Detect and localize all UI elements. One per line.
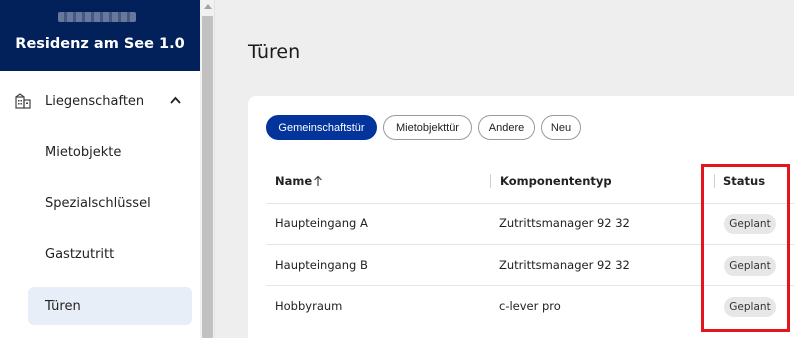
building-icon <box>15 93 31 109</box>
table-row-type: c-lever pro <box>499 299 561 313</box>
sidebar-item-liegenschaften[interactable]: Liegenschaften <box>0 82 200 120</box>
table-row-type: Zutrittsmanager 92 32 <box>499 216 630 230</box>
sidebar-item-label: Spezialschlüssel <box>45 195 151 211</box>
sidebar-item-label: Mietobjekte <box>45 144 122 160</box>
page-title: Türen <box>248 41 301 63</box>
table-row-type: Zutrittsmanager 92 32 <box>499 258 630 272</box>
sidebar: Residenz am See 1.0 Liegenschaften Mieto… <box>0 0 200 338</box>
scrollbar-thumb[interactable] <box>202 16 213 338</box>
table-row-name[interactable]: Haupteingang B <box>275 258 368 272</box>
sidebar-item-label: Liegenschaften <box>45 93 145 109</box>
sort-ascending-icon[interactable] <box>313 175 323 187</box>
table-row-name[interactable]: Haupteingang A <box>275 216 368 230</box>
app-title: Residenz am See 1.0 <box>15 36 185 52</box>
brand-header: Residenz am See 1.0 <box>0 0 200 71</box>
filter-chip-mietobjekttuer[interactable]: Mietobjekttür <box>383 115 472 140</box>
sidebar-item-gastzutritt[interactable]: Gastzutritt <box>0 235 200 273</box>
chevron-up-icon[interactable] <box>170 96 181 104</box>
sidebar-item-label: Türen <box>45 298 81 314</box>
table-row-name[interactable]: Hobbyraum <box>275 299 342 313</box>
sidebar-item-mietobjekte[interactable]: Mietobjekte <box>0 133 200 171</box>
filter-chip-neu[interactable]: Neu <box>541 115 581 140</box>
filter-chip-gemeinschaftstuer[interactable]: Gemeinschaftstür <box>266 115 377 140</box>
status-column-highlight <box>701 164 790 332</box>
column-header-name[interactable]: Name <box>275 174 312 188</box>
column-divider <box>490 174 491 188</box>
sidebar-scrollbar[interactable] <box>200 0 215 338</box>
filter-chip-andere[interactable]: Andere <box>478 115 535 140</box>
sidebar-item-tueren[interactable]: Türen <box>0 287 200 325</box>
sidebar-item-label: Gastzutritt <box>45 246 115 262</box>
column-header-komponententyp[interactable]: Komponententyp <box>500 174 612 188</box>
scroll-up-arrow-icon[interactable] <box>204 4 212 9</box>
blurred-subtitle <box>58 12 136 22</box>
sidebar-item-spezialschluessel[interactable]: Spezialschlüssel <box>0 184 200 222</box>
